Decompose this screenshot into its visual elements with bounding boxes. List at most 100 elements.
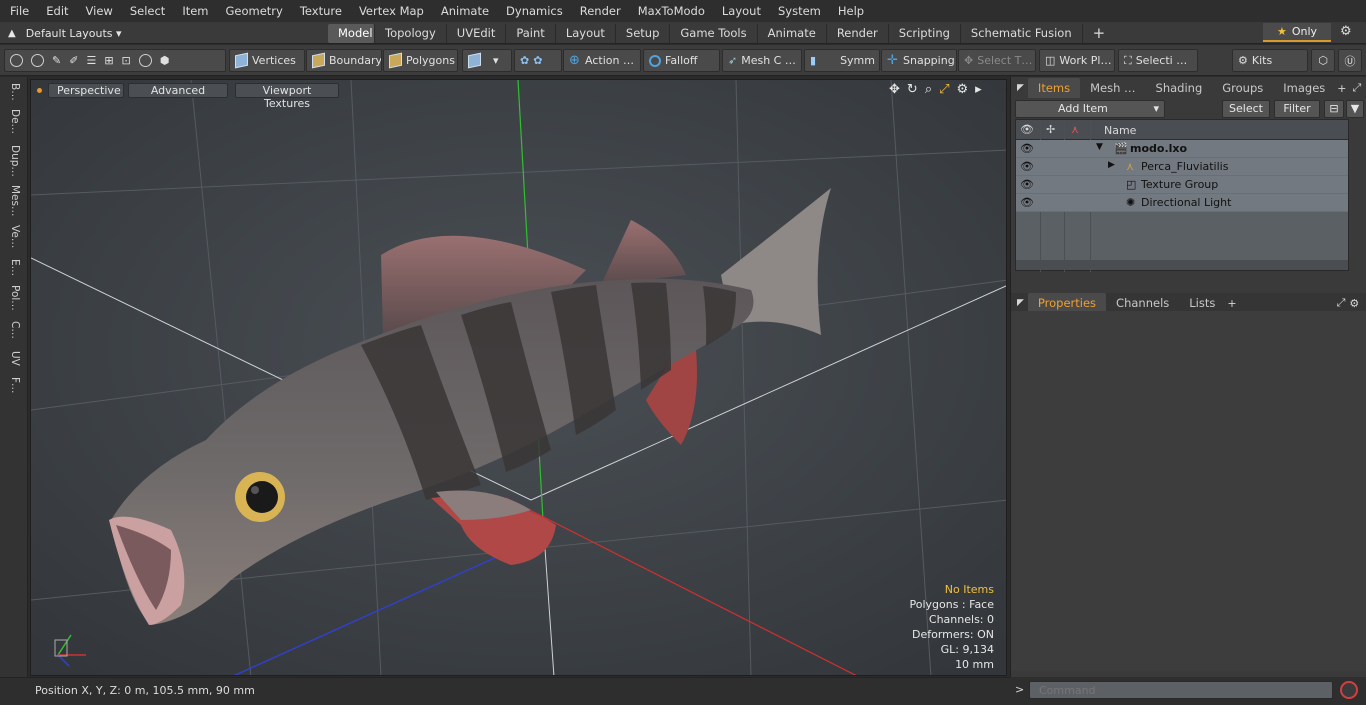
select-through-button[interactable]: ✥ Select T… <box>958 49 1036 72</box>
add-panel-tab-icon[interactable]: + <box>1337 82 1346 95</box>
menu-vertex-map[interactable]: Vertex Map <box>349 0 431 22</box>
menu-dynamics[interactable]: Dynamics <box>496 0 570 22</box>
left-tab-mesh-edit[interactable]: Mes… <box>5 185 21 219</box>
item-row-scene[interactable]: 👁 ▼ 🎬 modo.lxo <box>1016 140 1348 158</box>
globe-icon[interactable] <box>31 54 44 67</box>
falloff-button[interactable]: Falloff <box>643 49 720 72</box>
add-tab-icon[interactable]: + <box>1083 24 1116 43</box>
expand-triangle-icon[interactable]: ▶ <box>1108 160 1115 170</box>
cube-shaded-icon[interactable]: ⬢ <box>160 54 170 67</box>
maximize-icon[interactable]: ⤢ <box>939 82 949 97</box>
panel-menu-icon[interactable]: ◤ <box>1017 83 1024 93</box>
menu-system[interactable]: System <box>768 0 828 22</box>
menu-view[interactable]: View <box>76 0 120 22</box>
select-button[interactable]: Select <box>1222 100 1270 118</box>
tab-scripting[interactable]: Scripting <box>889 23 961 43</box>
mesh-constraints-button[interactable]: ➶ Mesh C … <box>722 49 802 72</box>
tab-game-tools[interactable]: Game Tools <box>670 23 758 43</box>
tab-render[interactable]: Render <box>827 23 889 43</box>
circle-select-icon[interactable] <box>10 54 23 67</box>
only-toggle[interactable]: ★ Only <box>1263 23 1331 42</box>
default-layouts-dropdown[interactable]: Default Layouts ▾ <box>26 27 122 40</box>
boundary-button[interactable]: Boundary <box>306 49 382 72</box>
panel-expand-icon[interactable]: ⤢ <box>1353 81 1362 95</box>
tab-uvedit[interactable]: UVEdit <box>447 23 507 43</box>
left-tab-vertex[interactable]: Ve… <box>5 225 21 253</box>
tab-mesh[interactable]: Mesh … <box>1080 78 1145 98</box>
selection-sets-button[interactable]: ⛶ Selecti … <box>1118 49 1198 72</box>
kits-button[interactable]: ⚙ Kits <box>1232 49 1308 72</box>
panel-menu-icon[interactable]: ◤ <box>1017 298 1024 308</box>
viewport-gear-icon[interactable]: ⚙ <box>957 82 969 97</box>
tab-shading[interactable]: Shading <box>1146 78 1213 98</box>
unreal-button[interactable]: Ⓤ <box>1338 49 1362 72</box>
item-mode-button[interactable]: ▾ <box>462 49 512 72</box>
tab-channels[interactable]: Channels <box>1106 293 1179 313</box>
add-panel-tab-icon[interactable]: + <box>1227 297 1236 310</box>
viewport-menu-dot[interactable] <box>37 88 42 93</box>
menu-render[interactable]: Render <box>570 0 628 22</box>
tab-properties[interactable]: Properties <box>1027 293 1107 313</box>
name-column-header[interactable]: Name <box>1104 124 1136 137</box>
tab-paint[interactable]: Paint <box>506 23 556 43</box>
panel-expand-icon[interactable]: ⤢ <box>1337 296 1346 310</box>
left-tab-edge[interactable]: E… <box>5 259 21 279</box>
action-center-button[interactable]: ⊕ Action … <box>563 49 641 72</box>
polygons-button[interactable]: Polygons <box>383 49 458 72</box>
item-row-texture-group[interactable]: 👁 ◰ Texture Group <box>1016 176 1348 194</box>
3d-viewport[interactable]: Perspective Advanced Viewport Textures ✥… <box>30 79 1007 676</box>
menu-help[interactable]: Help <box>828 0 871 22</box>
pan-icon[interactable]: ✥ <box>889 82 900 97</box>
pen-icon[interactable]: ✎ <box>52 54 61 67</box>
panel-gear-icon[interactable]: ⚙ <box>1349 297 1359 310</box>
layers-icon[interactable]: ☰ <box>86 54 96 67</box>
snapping-button[interactable]: ✛ Snapping <box>881 49 957 72</box>
eye-icon[interactable]: 👁 <box>1020 196 1034 209</box>
viewport-textures-button[interactable]: Viewport Textures <box>235 83 339 110</box>
tab-images[interactable]: Images <box>1273 78 1335 98</box>
gear-icon[interactable]: ✿ <box>520 54 529 67</box>
eye-icon[interactable]: 👁 <box>1020 160 1034 173</box>
left-tab-curve[interactable]: C… <box>5 321 21 343</box>
command-input[interactable] <box>1029 681 1333 699</box>
expand-arrow-icon[interactable]: ▸ <box>975 82 982 97</box>
collapse-arrow-icon[interactable]: ▲ <box>8 28 16 39</box>
tab-animate[interactable]: Animate <box>758 23 827 43</box>
item-list-scrollbar[interactable] <box>1016 260 1348 270</box>
tab-setup[interactable]: Setup <box>616 23 671 43</box>
menu-animate[interactable]: Animate <box>431 0 496 22</box>
left-tab-uv[interactable]: UV <box>5 351 21 373</box>
menu-texture[interactable]: Texture <box>290 0 349 22</box>
left-tab-polygon[interactable]: Pol… <box>5 285 21 315</box>
eye-icon[interactable]: 👁 <box>1020 142 1034 155</box>
tab-model[interactable]: Model <box>328 23 375 43</box>
menu-maxtomodo[interactable]: MaxToModo <box>628 0 712 22</box>
square-target-icon[interactable]: ⊡ <box>122 54 131 67</box>
rotate-icon[interactable]: ↻ <box>907 82 918 97</box>
tab-layout[interactable]: Layout <box>556 23 616 43</box>
item-row-light[interactable]: 👁 ✺ Directional Light <box>1016 194 1348 212</box>
zoom-icon[interactable]: ⌕ <box>925 82 932 97</box>
menu-geometry[interactable]: Geometry <box>216 0 290 22</box>
vertices-button[interactable]: Vertices <box>229 49 305 72</box>
funnel-filter-icon[interactable]: ▼ <box>1346 100 1364 118</box>
tab-schematic-fusion[interactable]: Schematic Fusion <box>961 23 1083 43</box>
symmetry-button[interactable]: ▮ Symm … <box>804 49 880 72</box>
advanced-button[interactable]: Advanced <box>128 83 228 98</box>
menu-layout[interactable]: Layout <box>712 0 768 22</box>
left-tab-deform[interactable]: De… <box>5 109 21 137</box>
menu-item[interactable]: Item <box>172 0 215 22</box>
tab-topology[interactable]: Topology <box>375 23 447 43</box>
filter-button[interactable]: Filter <box>1274 100 1320 118</box>
brush-icon[interactable]: ✐ <box>69 54 78 67</box>
expand-triangle-icon[interactable]: ▼ <box>1096 142 1103 152</box>
perspective-button[interactable]: Perspective <box>48 83 124 98</box>
menu-edit[interactable]: Edit <box>36 0 75 22</box>
timer-icon[interactable] <box>138 54 152 67</box>
unity-button[interactable]: ⬡ <box>1311 49 1335 72</box>
gear-alt-icon[interactable]: ✿ <box>533 54 542 67</box>
tab-lists[interactable]: Lists <box>1179 293 1225 313</box>
work-plane-button[interactable]: ◫ Work Pl… <box>1039 49 1115 72</box>
crosshair-icon[interactable]: ⊞ <box>104 54 113 67</box>
collapse-icon[interactable]: ⊟ <box>1324 100 1344 118</box>
